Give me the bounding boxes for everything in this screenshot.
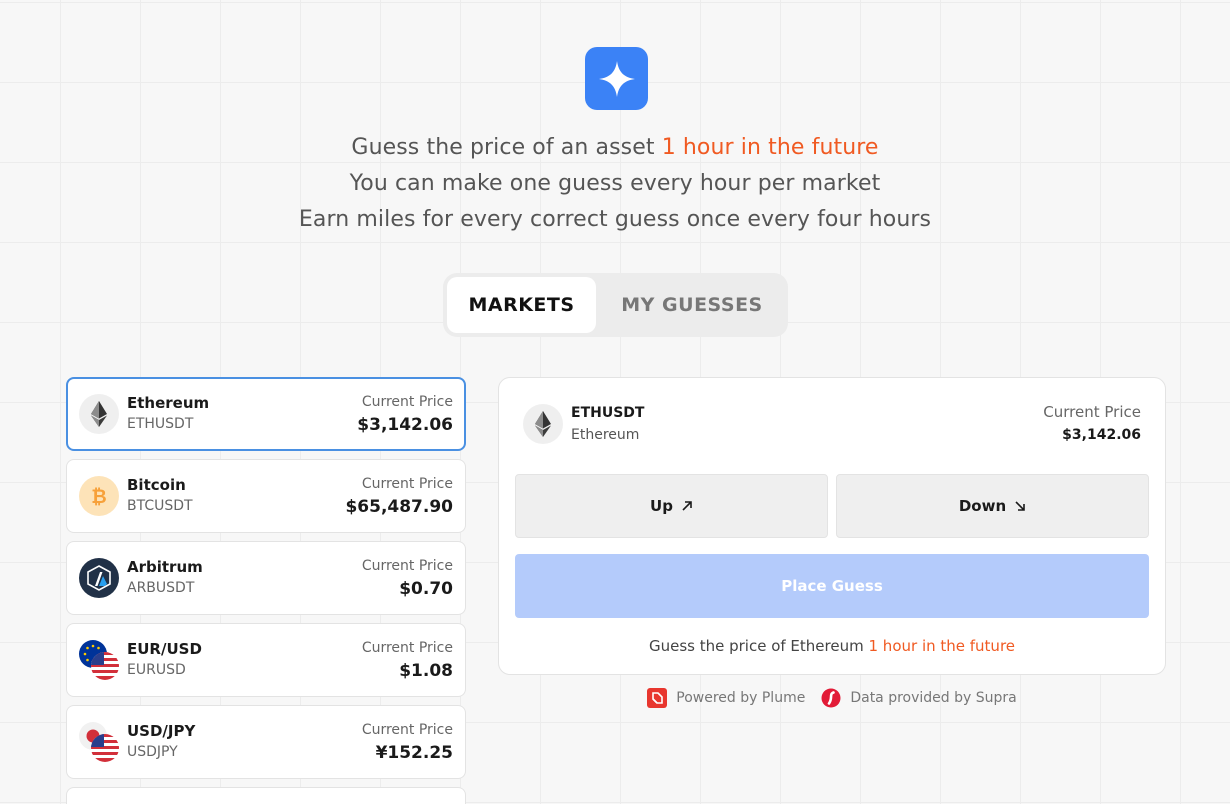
data-provided-label: Data provided by Supra [850,690,1017,706]
market-pair: USDJPY [127,744,178,760]
powered-by-label: Powered by Plume [676,690,806,706]
tab-my-guesses[interactable]: MY GUESSES [600,277,784,333]
intro-accent: 1 hour in the future [661,135,879,160]
footer: Powered by Plume Data provided by Supra [498,688,1166,708]
data-by-supra[interactable]: Data provided by Supra [821,688,1017,708]
market-name: EUR/USD [127,640,202,658]
view-tabs: MARKETS MY GUESSES [443,273,788,337]
panel-header: ETHUSDT Ethereum Current Price $3,142.06 [523,402,1141,446]
market-pair: EURUSD [127,662,186,678]
market-item-partial[interactable] [66,787,466,804]
price-value: $1.08 [399,661,453,681]
jp-us-flags-icon [79,722,119,762]
market-name: Ethereum [127,394,210,412]
tab-markets[interactable]: MARKETS [447,277,596,333]
arrow-down-right-icon [1015,501,1025,511]
price-value: $65,487.90 [345,497,453,517]
market-name: Arbitrum [127,558,203,576]
supra-logo-icon [821,688,841,708]
panel-price-label: Current Price [1043,403,1141,421]
market-item-usdjpy[interactable]: USD/JPY USDJPY Current Price ¥152.25 [66,705,466,779]
us-flag-icon [91,734,119,762]
price-label: Current Price [361,394,453,410]
market-pair: ETHUSDT [127,416,194,432]
ethereum-icon [523,404,563,444]
eu-us-flags-icon [79,640,119,680]
powered-by-plume[interactable]: Powered by Plume [647,688,805,708]
price-value: $0.70 [399,579,453,599]
market-pair: ARBUSDT [127,580,195,596]
panel-asset-name: Ethereum [571,427,640,443]
ethereum-icon [79,394,119,434]
panel-symbol: ETHUSDT [571,405,645,421]
panel-note-accent: 1 hour in the future [868,637,1016,655]
price-label: Current Price [361,640,453,656]
intro-line-1: Guess the price of an asset 1 hour in th… [351,135,879,160]
market-list: Ethereum ETHUSDT Current Price $3,142.06… [66,377,466,804]
market-pair: BTCUSDT [127,498,193,514]
panel-note: Guess the price of Ethereum 1 hour in th… [648,637,1016,655]
us-flag-icon [91,652,119,680]
price-label: Current Price [361,722,453,738]
intro-text: Guess the price of an asset 1 hour in th… [0,130,1230,238]
market-item-eurusd[interactable]: EUR/USD EURUSD Current Price $1.08 [66,623,466,697]
market-item-ethereum[interactable]: Ethereum ETHUSDT Current Price $3,142.06 [66,377,466,451]
market-name: Bitcoin [127,476,186,494]
svg-text:₿: ₿ [91,486,106,507]
panel-price-value: $3,142.06 [1062,427,1141,443]
market-name: USD/JPY [127,722,196,740]
down-button[interactable]: Down [836,474,1149,538]
price-label: Current Price [361,476,453,492]
price-value: $3,142.06 [357,415,453,435]
intro-line-2: You can make one guess every hour per ma… [349,171,881,196]
guess-panel: ETHUSDT Ethereum Current Price $3,142.06… [498,377,1166,675]
intro-line-3: Earn miles for every correct guess once … [298,207,932,232]
up-button[interactable]: Up [515,474,828,538]
bitcoin-icon: ₿ [79,476,119,516]
down-label: Down [958,497,1007,515]
price-value: ¥152.25 [375,743,453,763]
price-label: Current Price [361,558,453,574]
plume-logo-icon [647,688,668,708]
market-item-arbitrum[interactable]: Arbitrum ARBUSDT Current Price $0.70 [66,541,466,615]
app-logo-icon [585,47,648,110]
arbitrum-icon [79,558,119,598]
arrow-up-right-icon [682,501,692,511]
up-label: Up [650,497,673,515]
market-item-bitcoin[interactable]: ₿ Bitcoin BTCUSDT Current Price $65,487.… [66,459,466,533]
place-guess-button[interactable]: Place Guess [515,554,1149,618]
